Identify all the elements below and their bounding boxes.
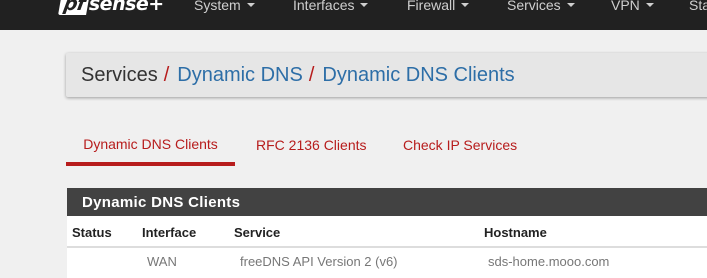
- breadcrumb-separator: /: [308, 63, 315, 86]
- cell-hostname: sds-home.mooo.com: [488, 254, 610, 269]
- header-divider: [67, 246, 707, 248]
- menu-interfaces-label: Interfaces: [293, 0, 355, 13]
- menu-firewall-label: Firewall: [407, 0, 456, 13]
- column-header-status[interactable]: Status: [72, 218, 112, 246]
- breadcrumb-dynamic-dns-link[interactable]: Dynamic DNS: [177, 64, 303, 87]
- logo-prefix: pf: [58, 0, 90, 15]
- breadcrumb-dynamic-dns-clients-link[interactable]: Dynamic DNS Clients: [322, 64, 514, 87]
- logo-plus: +: [148, 0, 164, 15]
- tab-check-ip-services[interactable]: Check IP Services: [403, 126, 517, 164]
- column-header-interface[interactable]: Interface: [142, 218, 196, 246]
- tab-rfc2136-clients[interactable]: RFC 2136 Clients: [256, 126, 367, 164]
- panel-title: Dynamic DNS Clients: [67, 188, 707, 216]
- logo-main: sense: [88, 0, 149, 15]
- top-navbar: pf sense + System Interfaces Firewall Se…: [0, 0, 707, 30]
- menu-interfaces[interactable]: Interfaces: [293, 0, 369, 13]
- menu-vpn-label: VPN: [611, 0, 640, 13]
- tab-bar: Dynamic DNS Clients RFC 2136 Clients Che…: [66, 126, 706, 166]
- pfsense-logo[interactable]: pf sense +: [58, 0, 164, 15]
- menu-status[interactable]: Sta: [689, 0, 707, 13]
- menu-system[interactable]: System: [194, 0, 255, 13]
- tab-dynamic-dns-clients[interactable]: Dynamic DNS Clients: [66, 126, 235, 166]
- breadcrumb: Services / Dynamic DNS / Dynamic DNS Cli…: [66, 53, 707, 97]
- caret-down-icon: [566, 3, 575, 7]
- column-header-hostname[interactable]: Hostname: [484, 218, 547, 246]
- breadcrumb-separator: /: [163, 63, 170, 86]
- menu-system-label: System: [194, 0, 241, 13]
- breadcrumb-services: Services: [81, 63, 158, 86]
- cell-interface: WAN: [147, 254, 177, 269]
- tab-label: RFC 2136 Clients: [256, 137, 367, 153]
- caret-down-icon: [461, 3, 470, 7]
- cell-service: freeDNS API Version 2 (v6): [240, 254, 398, 269]
- menu-vpn[interactable]: VPN: [611, 0, 654, 13]
- caret-down-icon: [645, 3, 654, 7]
- menu-firewall[interactable]: Firewall: [407, 0, 470, 13]
- caret-down-icon: [246, 3, 255, 7]
- menu-services-label: Services: [507, 0, 561, 13]
- tab-label: Check IP Services: [403, 137, 518, 153]
- column-header-service[interactable]: Service: [234, 218, 280, 246]
- tab-label: Dynamic DNS Clients: [83, 136, 218, 152]
- menu-status-label: Sta: [689, 0, 707, 13]
- dynamic-dns-clients-panel: Dynamic DNS Clients Status Interface Ser…: [67, 188, 707, 278]
- menu-services[interactable]: Services: [507, 0, 575, 13]
- caret-down-icon: [360, 3, 369, 7]
